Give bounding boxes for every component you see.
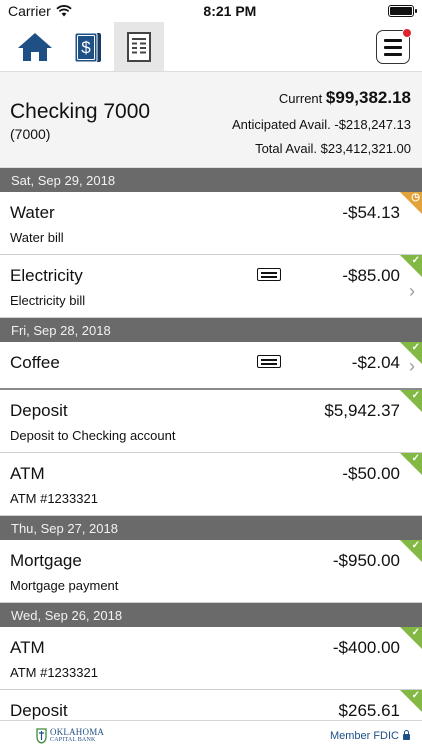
transaction-amount: -$950.00 xyxy=(332,551,400,570)
transaction-amount: -$54.13 xyxy=(342,203,400,222)
bank-name-sub: CAPITAL BANK xyxy=(50,736,96,743)
anticipated-balance: Anticipated Avail. -$218,247.13 xyxy=(231,117,411,132)
transaction-name: Coffee xyxy=(10,353,60,372)
checkmark-icon: ✓ xyxy=(411,342,420,353)
bank-emblem-icon xyxy=(36,727,47,744)
account-number: (7000) xyxy=(10,126,51,142)
footer: OKLAHOMA CAPITAL BANK Member FDIC xyxy=(0,720,422,750)
transaction-row[interactable]: ATM ATM #1233321 -$50.00 ✓ xyxy=(0,453,422,516)
transaction-list: Sat, Sep 29, 2018 Water Water bill -$54.… xyxy=(0,168,422,750)
transaction-name: Deposit xyxy=(10,401,68,420)
transaction-description: Mortgage payment xyxy=(10,578,119,593)
receipt-icon xyxy=(257,355,281,368)
current-balance-amount: $99,382.18 xyxy=(325,88,411,107)
transaction-description: ATM #1233321 xyxy=(10,491,98,506)
battery-icon xyxy=(387,5,417,17)
home-icon xyxy=(18,32,52,61)
receipt-icon xyxy=(257,268,281,281)
chevron-right-icon[interactable]: › xyxy=(409,356,415,377)
transaction-name: Deposit xyxy=(10,701,68,720)
bank-logo: OKLAHOMA CAPITAL BANK xyxy=(36,726,105,744)
anticipated-balance-amount: -$218,247.13 xyxy=(334,117,411,132)
checkmark-icon: ✓ xyxy=(411,540,420,551)
document-icon xyxy=(127,31,151,62)
tab-home[interactable] xyxy=(10,22,60,71)
transaction-row[interactable]: Water Water bill -$54.13 ◷ xyxy=(0,192,422,255)
transaction-amount: $265.61 xyxy=(338,701,400,720)
checkmark-icon: ✓ xyxy=(411,627,420,638)
chevron-right-icon[interactable]: › xyxy=(409,281,415,302)
current-balance: Current $99,382.18 xyxy=(278,88,411,107)
transaction-amount: -$85.00 xyxy=(342,266,400,285)
money-icon: $ xyxy=(74,32,101,62)
hamburger-menu-icon xyxy=(384,38,402,42)
transaction-name: ATM xyxy=(10,464,45,483)
date-header: Wed, Sep 26, 2018 xyxy=(0,603,422,627)
transaction-row[interactable]: Electricity Electricity bill -$85.00 ✓ › xyxy=(0,255,422,318)
date-header: Thu, Sep 27, 2018 xyxy=(0,516,422,540)
date-header: Fri, Sep 28, 2018 xyxy=(0,318,422,342)
checkmark-icon: ✓ xyxy=(411,255,420,266)
account-summary: Checking 7000 (7000) Current $99,382.18 … xyxy=(0,72,422,168)
account-name: Checking 7000 xyxy=(10,100,151,123)
transaction-row[interactable]: ATM ATM #1233321 -$400.00 ✓ xyxy=(0,627,422,690)
notification-badge xyxy=(402,28,412,38)
transaction-name: Mortgage xyxy=(10,551,82,570)
menu-button[interactable] xyxy=(376,28,412,64)
lock-icon xyxy=(403,730,410,740)
status-bar: Carrier 8:21 PM xyxy=(0,0,422,22)
total-balance-amount: $23,412,321.00 xyxy=(320,141,411,156)
transaction-description: ATM #1233321 xyxy=(10,665,98,680)
tab-transactions[interactable] xyxy=(114,22,164,71)
checkmark-icon: ✓ xyxy=(411,390,420,401)
bank-name: OKLAHOMA xyxy=(50,726,105,737)
total-balance: Total Avail. $23,412,321.00 xyxy=(255,141,411,156)
wifi-icon xyxy=(56,5,72,17)
transaction-amount: -$50.00 xyxy=(342,464,400,483)
carrier-label: Carrier xyxy=(8,3,51,19)
transaction-name: Water xyxy=(10,203,55,222)
transaction-description: Water bill xyxy=(10,230,64,245)
tab-transfer[interactable]: $ xyxy=(62,22,112,71)
transaction-description: Deposit to Checking account xyxy=(10,428,176,443)
fdic-notice: Member FDIC xyxy=(330,730,410,742)
transaction-amount: $5,942.37 xyxy=(324,401,400,420)
transaction-description: Electricity bill xyxy=(10,293,86,308)
svg-text:$: $ xyxy=(81,38,91,57)
checkmark-icon: ✓ xyxy=(411,453,420,464)
top-nav: $ xyxy=(0,22,422,72)
clock: 8:21 PM xyxy=(203,3,257,19)
date-header: Sat, Sep 29, 2018 xyxy=(0,168,422,192)
transaction-amount: -$400.00 xyxy=(332,638,400,657)
transaction-amount: -$2.04 xyxy=(351,353,400,372)
transaction-row[interactable]: Coffee -$2.04 ✓ › xyxy=(0,342,422,390)
checkmark-icon: ✓ xyxy=(411,690,420,701)
transaction-row[interactable]: Deposit Deposit to Checking account $5,9… xyxy=(0,390,422,453)
transaction-name: Electricity xyxy=(10,266,83,285)
clock-icon: ◷ xyxy=(411,192,420,203)
transaction-row[interactable]: Mortgage Mortgage payment -$950.00 ✓ xyxy=(0,540,422,603)
transaction-name: ATM xyxy=(10,638,45,657)
